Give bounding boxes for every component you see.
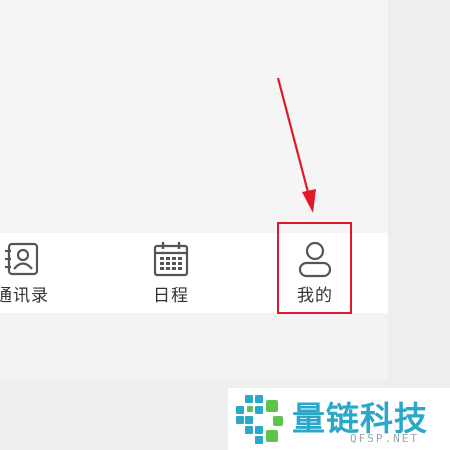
tab-schedule-label: 日程	[153, 286, 189, 306]
tab-contacts-label: 通讯录	[0, 286, 49, 306]
watermark-domain: QFSP.NET	[350, 432, 419, 445]
right-margin	[388, 0, 450, 450]
puzzle-logo-icon	[236, 395, 283, 444]
below-tabbar-area	[0, 313, 388, 380]
contacts-icon	[5, 242, 39, 276]
watermark: 量链科技 QFSP.NET	[228, 388, 450, 450]
phone-screen: 通讯录 日程 我的	[0, 0, 388, 380]
calendar-icon	[153, 242, 189, 277]
tab-contacts[interactable]: 通讯录	[0, 233, 67, 313]
tab-schedule[interactable]: 日程	[126, 233, 216, 313]
highlight-box	[277, 222, 352, 314]
content-area	[0, 0, 388, 233]
